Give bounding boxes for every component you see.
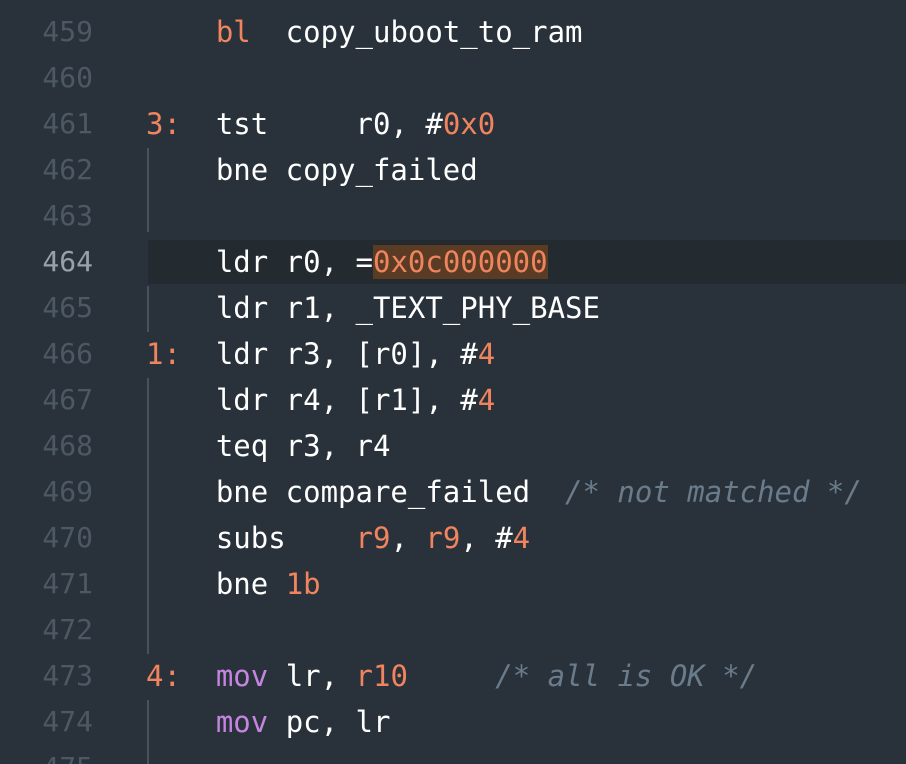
code-line[interactable]: 473 4: mov lr, r10 /* all is OK */: [0, 653, 906, 699]
code-line[interactable]: 466 1: ldr r3, [r0], #4: [0, 331, 906, 377]
code-line[interactable]: 474 mov pc, lr: [0, 699, 906, 745]
code-text[interactable]: bne compare_failed /* not matched */: [146, 469, 862, 515]
code-line[interactable]: 467 ldr r4, [r1], #4: [0, 377, 906, 423]
line-number: 464: [42, 245, 93, 278]
code-line[interactable]: 463: [0, 193, 906, 239]
line-number: 470: [42, 521, 93, 554]
line-number: 472: [42, 613, 93, 646]
code-editor[interactable]: 459 bl copy_uboot_to_ram 460 461 3: tst r0,…: [0, 0, 906, 764]
code-text[interactable]: 3: tst r0, #0x0: [146, 101, 495, 147]
code-text[interactable]: 4: mov lr, r10 /* all is OK */: [146, 653, 757, 699]
code-literal: 4:: [146, 659, 181, 693]
code-literal: 1:: [146, 337, 181, 371]
line-number: 462: [42, 153, 93, 186]
code-literal: 0x0: [442, 107, 496, 141]
code-line[interactable]: 461 3: tst r0, #0x0: [0, 101, 906, 147]
line-number: 475: [0, 745, 93, 764]
code-literal: r9: [355, 521, 391, 555]
code-literal: 4: [477, 383, 496, 417]
code-text[interactable]: bl copy_uboot_to_ram: [146, 9, 583, 55]
line-number: 467: [42, 383, 93, 416]
code-text[interactable]: teq r3, r4: [146, 423, 391, 469]
code-token: lr,: [268, 659, 356, 693]
code-line[interactable]: 469 bne compare_failed /* not matched */: [0, 469, 906, 515]
line-number: 461: [42, 107, 93, 140]
code-text[interactable]: mov pc, lr: [146, 699, 391, 745]
line-number: 463: [42, 199, 93, 232]
code-line[interactable]: 470 subs r9, r9, #4: [0, 515, 906, 561]
code-token: copy_uboot_to_ram: [250, 15, 583, 49]
line-number: 465: [42, 291, 93, 324]
code-text[interactable]: bne copy_failed: [146, 147, 478, 193]
code-token: teq r3, r4: [146, 429, 391, 463]
code-literal: bl: [215, 15, 251, 49]
code-literal: r10: [355, 659, 408, 693]
code-comment: /* all is OK */: [495, 659, 758, 693]
code-keyword: mov: [215, 705, 269, 739]
code-text[interactable]: bne 1b: [146, 561, 321, 607]
code-literal: 3:: [146, 107, 181, 141]
code-literal: 4: [477, 337, 496, 371]
line-number: 468: [42, 429, 93, 462]
code-token: ,: [390, 521, 426, 555]
code-token: ldr r4, [r1], #: [146, 383, 478, 417]
code-literal: 4: [512, 521, 531, 555]
code-line[interactable]: 471 bne 1b: [0, 561, 906, 607]
code-line[interactable]: 472: [0, 607, 906, 653]
code-line[interactable]: 460: [0, 55, 906, 101]
code-token: bne copy_failed: [146, 153, 478, 187]
code-text[interactable]: 1: ldr r3, [r0], #4: [146, 331, 495, 377]
line-number: 459: [42, 15, 93, 48]
line-number: 466: [42, 337, 93, 370]
code-token: bne: [146, 567, 286, 601]
code-token: pc, lr: [268, 705, 391, 739]
code-keyword: mov: [215, 659, 269, 693]
code-line[interactable]: 462 bne copy_failed: [0, 147, 906, 193]
code-literal: r9: [425, 521, 461, 555]
code-literal: 1b: [285, 567, 321, 601]
code-text[interactable]: ldr r1, _TEXT_PHY_BASE: [146, 285, 600, 331]
code-token: bne compare_failed: [146, 475, 566, 509]
code-text[interactable]: subs r9, r9, #4: [146, 515, 530, 561]
code-line[interactable]: 464 ldr r0, =0x0c000000: [0, 239, 906, 285]
line-number: 474: [42, 705, 93, 738]
line-number: 473: [42, 659, 93, 692]
code-token: , #: [460, 521, 513, 555]
line-number: 471: [42, 567, 93, 600]
code-comment: /* not matched */: [565, 475, 862, 509]
code-line[interactable]: 465 ldr r1, _TEXT_PHY_BASE: [0, 285, 906, 331]
code-text[interactable]: ldr r4, [r1], #4: [146, 377, 495, 423]
code-line[interactable]: 468 teq r3, r4: [0, 423, 906, 469]
code-token: ldr r0, =: [146, 245, 373, 279]
code-token: ldr r1, _TEXT_PHY_BASE: [146, 291, 600, 325]
code-line[interactable]: 475: [0, 745, 906, 764]
code-token: ldr r3, [r0], #: [180, 337, 478, 371]
code-text[interactable]: ldr r0, =0x0c000000: [146, 239, 548, 285]
code-literal: 0x0c000000: [372, 245, 548, 279]
line-number: 469: [42, 475, 93, 508]
code-line[interactable]: 459 bl copy_uboot_to_ram: [0, 9, 906, 55]
code-token: tst r0, #: [180, 107, 443, 141]
line-number: 460: [42, 61, 93, 94]
code-token: subs: [146, 521, 356, 555]
